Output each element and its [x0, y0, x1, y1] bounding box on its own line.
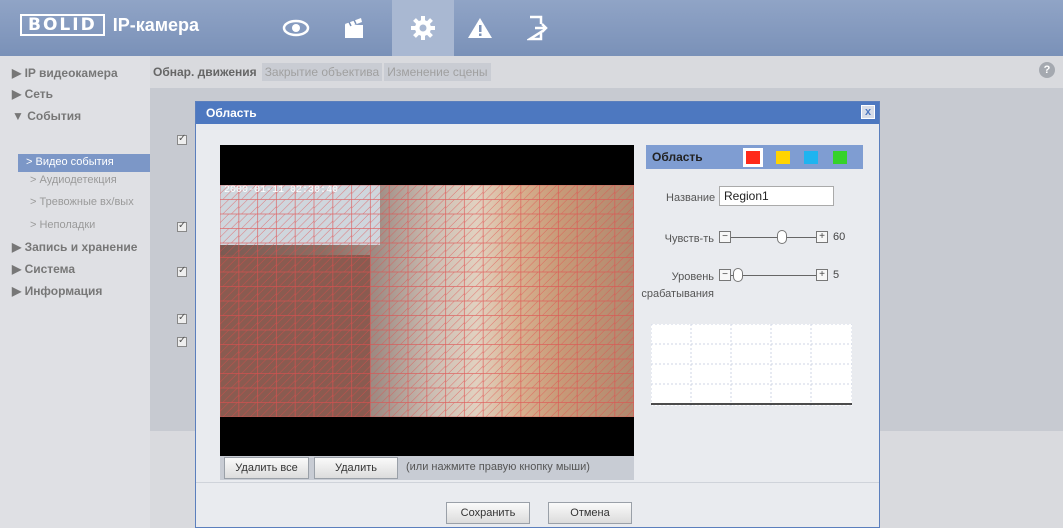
sidebar-item-events[interactable]: ▼ События [12, 109, 81, 123]
option-checkbox[interactable] [177, 265, 187, 277]
sidebar-item-network[interactable]: ▶ Сеть [12, 87, 53, 101]
save-button[interactable]: Сохранить [446, 502, 530, 524]
region-dialog: Область x 2000-01-11 02:30:40 Удалить вс… [195, 101, 880, 528]
region-color-blue[interactable] [804, 151, 818, 164]
sidebar-item-faults[interactable]: > Неполадки [30, 219, 95, 231]
video-preview[interactable]: 2000-01-11 02:30:40 [220, 145, 634, 456]
dialog-title-bar: Область x [196, 102, 879, 124]
region-color-green[interactable] [833, 151, 847, 164]
cancel-button[interactable]: Отмена [548, 502, 632, 524]
logo-mark: BOLID [20, 14, 105, 36]
enable-checkbox[interactable] [177, 133, 187, 145]
name-label: Название [666, 192, 716, 204]
sidebar: ▶ IP видеокамера ▶ Сеть ▼ События > Виде… [0, 56, 151, 528]
app-title: IP-камера [112, 14, 200, 35]
trigger-level-label-2: срабатывания [641, 288, 714, 300]
sidebar-item-system[interactable]: ▶ Система [12, 262, 75, 276]
exit-icon[interactable] [514, 8, 562, 48]
motion-graph [650, 323, 853, 407]
level-knob[interactable] [733, 268, 743, 282]
sensitivity-track [731, 237, 816, 238]
level-track [731, 275, 816, 276]
video-timestamp: 2000-01-11 02:30:40 [224, 185, 339, 196]
tab-lens-cover[interactable]: Закрытие объектива [261, 63, 383, 81]
logo: BOLID IP-камера [20, 14, 199, 36]
sidebar-item-video-events[interactable]: > Видео события [18, 154, 151, 172]
option-checkbox[interactable] [177, 335, 187, 347]
region-color-header: Область [646, 145, 863, 169]
sensitivity-increase-button[interactable]: + [816, 231, 828, 243]
region-color-red[interactable] [746, 151, 760, 164]
clapperboard-icon[interactable] [330, 8, 378, 48]
sidebar-item-alarm-io[interactable]: > Тревожные вх/вых [30, 196, 134, 208]
level-value: 5 [833, 269, 840, 281]
sidebar-item-info[interactable]: ▶ Информация [12, 284, 102, 298]
dialog-title: Область [206, 106, 257, 120]
region-header-label: Область [652, 150, 703, 164]
tab-scene-change[interactable]: Изменение сцены [384, 63, 491, 81]
level-increase-button[interactable]: + [816, 269, 828, 281]
video-button-bar: Удалить все Удалить (или нажмите правую … [220, 456, 634, 480]
option-checkbox[interactable] [177, 312, 187, 324]
gear-icon[interactable] [392, 0, 454, 56]
delete-hint: (или нажмите правую кнопку мыши) [406, 461, 590, 473]
eye-icon[interactable] [272, 8, 320, 48]
region-name-input[interactable] [719, 186, 834, 206]
delete-all-button[interactable]: Удалить все [224, 457, 309, 479]
delete-button[interactable]: Удалить [314, 457, 398, 479]
sidebar-item-audio-detection[interactable]: > Аудиодетекция [30, 174, 117, 186]
sidebar-item-ip-camera[interactable]: ▶ IP видеокамера [12, 66, 118, 80]
dialog-divider [196, 482, 879, 483]
top-bar: BOLID IP-камера [0, 0, 1063, 56]
sensitivity-decrease-button[interactable]: − [719, 231, 731, 243]
sensitivity-label: Чувств-ть [664, 233, 714, 245]
sidebar-item-record-storage[interactable]: ▶ Запись и хранение [12, 240, 137, 254]
warning-icon[interactable] [456, 8, 504, 48]
close-icon[interactable]: x [861, 105, 875, 119]
sensitivity-value: 60 [833, 231, 846, 243]
trigger-level-slider[interactable]: − + 5 [719, 268, 859, 283]
tabs: Обнар. движения Закрытие объектива Измен… [150, 63, 491, 81]
sensitivity-slider[interactable]: − + 60 [719, 230, 859, 245]
sensitivity-knob[interactable] [777, 230, 787, 244]
option-checkbox[interactable] [177, 220, 187, 232]
trigger-level-label: Уровень [671, 271, 714, 283]
region-color-yellow[interactable] [776, 151, 790, 164]
tab-motion-detection[interactable]: Обнар. движения [150, 63, 260, 81]
level-decrease-button[interactable]: − [719, 269, 731, 281]
help-icon[interactable]: ? [1039, 62, 1055, 78]
motion-graph-grid [650, 323, 853, 407]
